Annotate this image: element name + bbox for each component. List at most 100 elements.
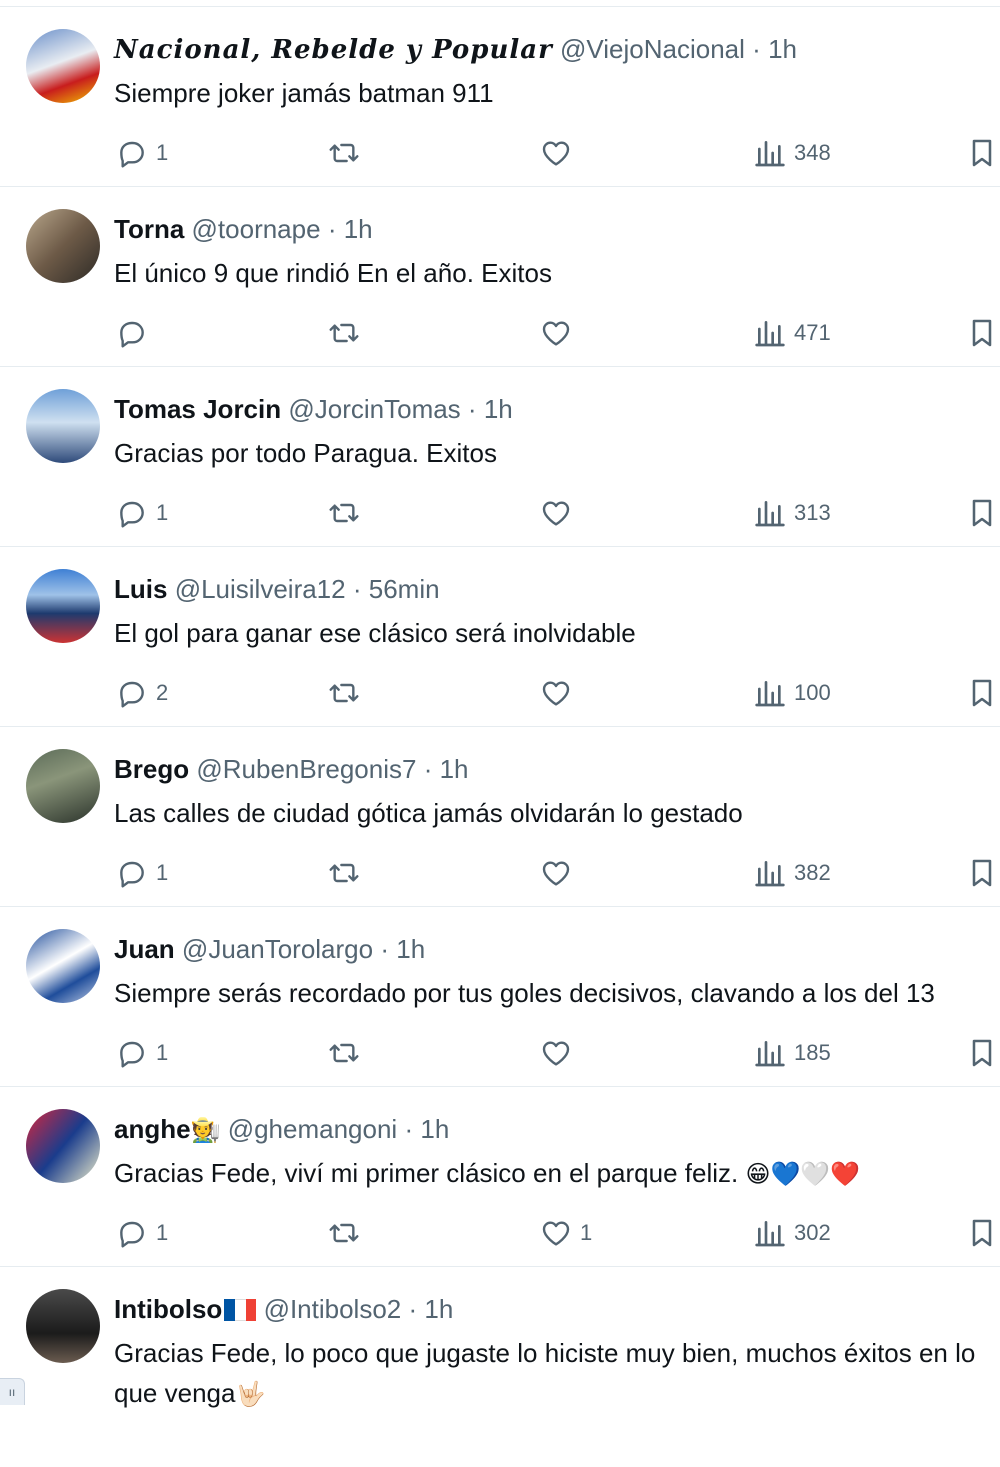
tweet[interactable]: Juan @JuanTorolargo · 1h Siempre serás r… — [0, 907, 1000, 1087]
bookmark-button[interactable] — [966, 677, 998, 709]
tweet-actions: 1 1 302 — [0, 1213, 1000, 1253]
france-flag-icon — [224, 1296, 257, 1321]
retweet-button[interactable] — [328, 1217, 368, 1249]
display-name[interactable]: Juan — [114, 934, 175, 964]
like-button[interactable] — [540, 137, 580, 169]
views-button[interactable]: 100 — [754, 677, 831, 709]
bookmark-icon — [972, 139, 992, 167]
display-name[interactable]: Brego — [114, 754, 189, 784]
avatar[interactable] — [26, 29, 100, 103]
avatar[interactable] — [26, 929, 100, 1003]
retweet-button[interactable] — [328, 1037, 368, 1069]
timestamp[interactable]: 1h — [440, 754, 469, 784]
bookmark-button[interactable] — [966, 857, 998, 889]
reply-icon — [120, 321, 144, 348]
avatar[interactable] — [26, 749, 100, 823]
retweet-icon — [329, 1223, 359, 1243]
reply-button[interactable]: 1 — [116, 1037, 168, 1069]
display-name[interactable]: Luis — [114, 574, 167, 604]
bookmark-button[interactable] — [966, 317, 998, 349]
like-button[interactable] — [540, 497, 580, 529]
timestamp[interactable]: 1h — [768, 34, 797, 64]
timestamp[interactable]: 1h — [424, 1294, 453, 1324]
views-button[interactable]: 382 — [754, 857, 831, 889]
like-button[interactable] — [540, 1037, 580, 1069]
avatar[interactable] — [26, 1289, 100, 1363]
display-name[interactable]: Intibolso — [114, 1294, 222, 1324]
tweet-text: Las calles de ciudad gótica jamás olvida… — [114, 798, 743, 828]
tweet[interactable]: Tomas Jorcin @JorcinTomas · 1h Gracias p… — [0, 367, 1000, 547]
display-name[interactable]: Torna — [114, 214, 184, 244]
reply-button[interactable] — [116, 317, 156, 349]
user-handle[interactable]: @Intibolso2 — [264, 1294, 402, 1324]
tweet[interactable]: Torna @toornape · 1h El único 9 que rind… — [0, 187, 1000, 367]
reply-button[interactable]: 1 — [116, 1217, 168, 1249]
reply-button[interactable]: 2 — [116, 677, 168, 709]
tweet-actions: 1 348 — [0, 133, 1000, 173]
tweet[interactable]: Intibolso @Intibolso2 · 1h Gracias Fede,… — [0, 1267, 1000, 1467]
heart-icon — [542, 681, 570, 706]
reply-button[interactable]: 1 — [116, 497, 168, 529]
view-count: 313 — [794, 500, 831, 525]
avatar[interactable] — [26, 389, 100, 463]
display-name[interactable]: Tomas Jorcin — [114, 394, 281, 424]
reply-button[interactable]: 1 — [116, 137, 168, 169]
timestamp[interactable]: 1h — [484, 394, 513, 424]
heart-icon — [542, 141, 570, 166]
view-count: 100 — [794, 680, 831, 705]
user-handle[interactable]: @JorcinTomas — [288, 394, 460, 424]
heart-icon — [542, 1041, 570, 1066]
user-handle[interactable]: @Luisilveira12 — [175, 574, 346, 604]
tweet[interactable]: Brego @RubenBregonis7 · 1h Las calles de… — [0, 727, 1000, 907]
tweet[interactable]: anghe🧑‍🌾 @ghemangoni · 1h Gracias Fede, … — [0, 1087, 1000, 1267]
tweet-header: Torna @toornape · 1h — [114, 213, 373, 245]
bookmark-button[interactable] — [966, 497, 998, 529]
timestamp[interactable]: 1h — [344, 214, 373, 244]
views-button[interactable]: 348 — [754, 137, 831, 169]
retweet-button[interactable] — [328, 677, 368, 709]
bookmark-button[interactable] — [966, 1037, 998, 1069]
view-count: 348 — [794, 140, 831, 165]
user-handle[interactable]: @JuanTorolargo — [182, 934, 373, 964]
avatar[interactable] — [26, 1109, 100, 1183]
like-button[interactable] — [540, 317, 580, 349]
views-button[interactable]: 185 — [754, 1037, 831, 1069]
timestamp[interactable]: 56min — [369, 574, 440, 604]
bookmark-button[interactable] — [966, 137, 998, 169]
display-name[interactable]: anghe — [114, 1114, 191, 1144]
rock-hand-emoji: 🤟🏻 — [235, 1381, 266, 1408]
reply-count: 2 — [156, 680, 169, 705]
user-handle[interactable]: @RubenBregonis7 — [196, 754, 416, 784]
retweet-button[interactable] — [328, 497, 368, 529]
bookmark-button[interactable] — [966, 1217, 998, 1249]
reply-icon — [120, 681, 144, 708]
tweet-text: Gracias Fede, lo poco que jugaste lo hic… — [114, 1333, 1000, 1413]
tweet[interactable]: Nacional, Rebelde y Popular @ViejoNacion… — [0, 7, 1000, 187]
top-divider — [0, 0, 1000, 7]
avatar[interactable] — [26, 209, 100, 283]
timestamp[interactable]: 1h — [396, 934, 425, 964]
bookmark-icon — [972, 1219, 992, 1247]
bookmark-icon — [972, 1039, 992, 1067]
like-button[interactable]: 1 — [540, 1217, 592, 1249]
avatar[interactable] — [26, 569, 100, 643]
retweet-button[interactable] — [328, 137, 368, 169]
views-button[interactable]: 313 — [754, 497, 831, 529]
tweet-header: Intibolso @Intibolso2 · 1h — [114, 1293, 453, 1325]
views-button[interactable]: 471 — [754, 317, 831, 349]
tweet-actions: 471 — [0, 313, 1000, 353]
views-button[interactable]: 302 — [754, 1217, 831, 1249]
user-handle[interactable]: @ViejoNacional — [560, 34, 745, 64]
timestamp[interactable]: 1h — [420, 1114, 449, 1144]
retweet-button[interactable] — [328, 317, 368, 349]
tweet[interactable]: Luis @Luisilveira12 · 56min El gol para … — [0, 547, 1000, 727]
like-button[interactable] — [540, 677, 580, 709]
tweet-header: Nacional, Rebelde y Popular @ViejoNacion… — [114, 33, 797, 66]
reply-button[interactable]: 1 — [116, 857, 168, 889]
user-handle[interactable]: @toornape — [192, 214, 321, 244]
retweet-button[interactable] — [328, 857, 368, 889]
like-button[interactable] — [540, 857, 580, 889]
side-panel-tab[interactable]: ıı — [0, 1378, 25, 1405]
display-name[interactable]: Nacional, Rebelde y Popular — [114, 35, 553, 65]
user-handle[interactable]: @ghemangoni — [228, 1114, 398, 1144]
